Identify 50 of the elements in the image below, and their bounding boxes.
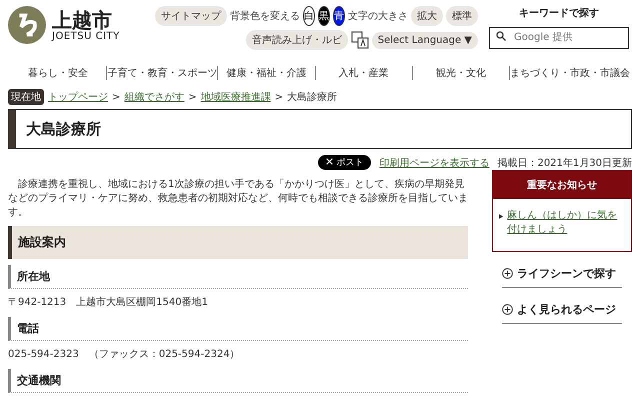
nav-link[interactable]: まちづくり・市政・市議会 xyxy=(509,66,630,80)
search-title: キーワードで探す xyxy=(519,6,599,20)
speech-ruby-button[interactable]: 音声読み上げ・ルビ xyxy=(246,30,348,50)
nav-link[interactable]: 観光・文化 xyxy=(412,66,509,80)
side-menu-link[interactable]: よく見られるページ xyxy=(502,288,622,324)
subsection-heading: 所在地 xyxy=(8,265,468,289)
background-color-label: 背景色を変える xyxy=(230,10,300,23)
search-icon xyxy=(496,31,506,41)
nav-link[interactable]: 暮らし・安全 xyxy=(10,66,106,80)
breadcrumb-link[interactable]: 地域医療推進課 xyxy=(200,90,271,104)
breadcrumb-separator: > xyxy=(188,92,197,102)
translate-icon[interactable] xyxy=(350,31,369,49)
plus-circle-icon xyxy=(502,304,513,315)
background-color-button[interactable]: 白 xyxy=(303,6,315,26)
text-size-button[interactable]: 拡大 xyxy=(411,6,443,26)
city-logo-icon xyxy=(8,6,46,44)
side-menu-link[interactable]: ライフシーンで探す xyxy=(502,252,622,288)
triangle-bullet-icon xyxy=(499,213,504,220)
x-logo-icon xyxy=(326,158,334,165)
updated-date: 掲載日：2021年1月30日更新 xyxy=(497,156,632,170)
intro-paragraph: 診療連携を重視し、地域における1次診療の担い手である「かかりつけ医」として、疾病の早期発見などのプライマリ・ケアに努め、救急患者の初期対応など、何時でも相談できる診療所を目指しています。 xyxy=(8,178,468,220)
search-field[interactable]: Google 提供 xyxy=(489,26,629,48)
sitemap-button[interactable]: サイトマップ xyxy=(155,6,227,26)
breadcrumb-separator: > xyxy=(274,92,284,102)
text-size-button[interactable]: 標準 xyxy=(446,6,478,26)
text-size-label: 文字の大きさ xyxy=(348,10,408,23)
background-color-button[interactable]: 青 xyxy=(333,6,345,26)
nav-link[interactable]: 健康・福祉・介護 xyxy=(217,66,314,80)
post-button[interactable]: ポスト xyxy=(318,155,372,170)
print-link[interactable]: 印刷用ページを表示する xyxy=(379,156,490,170)
city-name-english: JOETSU CITY xyxy=(52,30,120,42)
breadcrumb-separator: > xyxy=(112,92,120,102)
subsection-heading: 交通機関 xyxy=(8,369,468,393)
subsection-text: 〒942-1213 上越市大島区棚岡1540番地1 xyxy=(8,296,209,309)
subsection-text: 025-594-2323 （ファックス：025-594-2324） xyxy=(8,348,241,361)
nav-link[interactable]: 入札・産業 xyxy=(314,66,412,80)
city-name: 上越市 xyxy=(52,8,113,30)
nav-link[interactable]: 子育て・教育・スポーツ xyxy=(106,66,218,80)
breadcrumb-current: 大島診療所 xyxy=(287,90,338,104)
section-heading: 施設案内 xyxy=(8,226,468,259)
background-color-button[interactable]: 黒 xyxy=(318,6,330,26)
subsection-heading: 電話 xyxy=(8,317,468,341)
current-location-label: 現在地 xyxy=(8,89,44,105)
notice-link[interactable]: 麻しん（はしか）に気を付けましょう xyxy=(507,209,625,237)
language-select[interactable]: Select Language ▼ xyxy=(372,32,478,48)
page-title: 大島診療所 xyxy=(8,109,632,149)
breadcrumb-link[interactable]: トップページ xyxy=(48,90,108,104)
breadcrumb-link[interactable]: 組織でさがす xyxy=(124,90,184,104)
plus-circle-icon xyxy=(502,268,513,279)
notice-title: 重要なお知らせ xyxy=(493,171,631,199)
